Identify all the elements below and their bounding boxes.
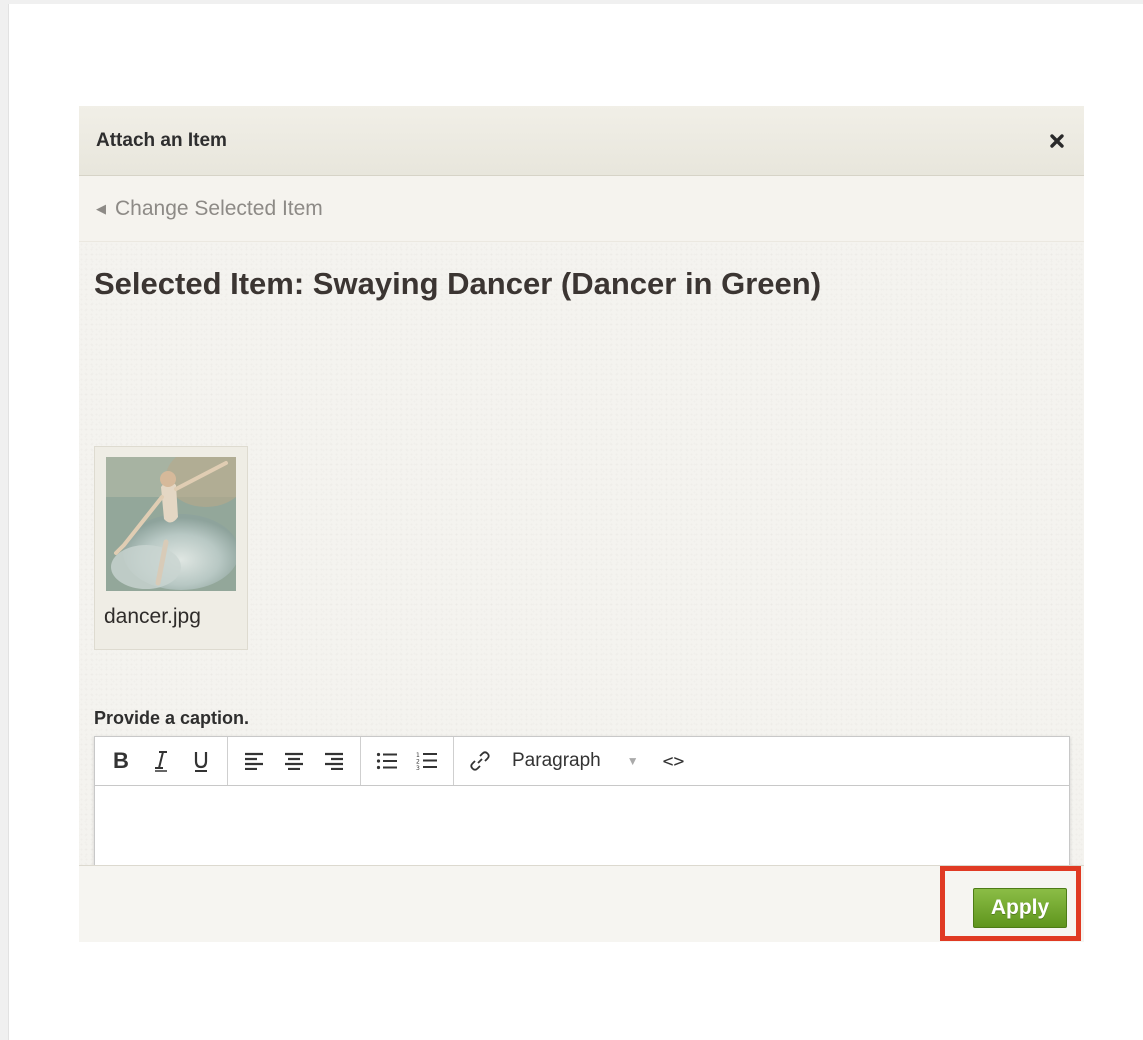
align-left-icon <box>245 752 263 770</box>
block-format-select[interactable]: Paragraph ▼ <box>500 744 649 778</box>
insert-group: Paragraph ▼ <> <box>454 737 690 785</box>
link-icon <box>470 751 490 771</box>
modal-body: Selected Item: Swaying Dancer (Dancer in… <box>79 242 1084 899</box>
align-center-button[interactable] <box>274 744 314 778</box>
align-left-button[interactable] <box>234 744 274 778</box>
modal-header: Attach an Item <box>79 106 1084 176</box>
bullet-list-icon <box>376 752 397 770</box>
chevron-down-icon: ▼ <box>626 754 639 768</box>
close-button[interactable] <box>1046 130 1068 152</box>
numbered-list-icon: 1 2 3 <box>416 752 437 771</box>
align-right-icon <box>325 752 343 770</box>
editor-toolbar: B 1 2 3 Paragraph ▼ <> <box>95 737 1069 786</box>
text-style-group: B <box>95 737 228 785</box>
selected-item-file-name: dancer.jpg <box>104 605 201 628</box>
underline-icon <box>194 752 208 772</box>
source-code-button[interactable]: <> <box>663 751 685 772</box>
block-format-value: Paragraph <box>512 750 601 771</box>
align-center-icon <box>285 752 303 770</box>
modal-title: Attach an Item <box>96 129 227 151</box>
modal-footer: Apply <box>79 865 1084 942</box>
italic-icon <box>155 751 167 772</box>
triangle-left-icon: ◀ <box>96 200 106 216</box>
bullet-list-button[interactable] <box>367 744 407 778</box>
link-button[interactable] <box>460 744 500 778</box>
bold-button[interactable]: B <box>101 744 141 778</box>
apply-button[interactable]: Apply <box>973 888 1067 928</box>
attach-item-modal: Attach an Item ◀ Change Selected Item Se… <box>79 106 1084 942</box>
change-selected-item-label: Change Selected Item <box>115 196 323 220</box>
underline-button[interactable] <box>181 744 221 778</box>
svg-text:3: 3 <box>416 765 420 771</box>
numbered-list-button[interactable]: 1 2 3 <box>407 744 447 778</box>
selected-item-thumbnail-card[interactable]: dancer.jpg <box>94 446 248 650</box>
dancer-thumbnail-image <box>106 457 236 591</box>
selected-item-title: Selected Item: Swaying Dancer (Dancer in… <box>94 266 822 301</box>
caption-label: Provide a caption. <box>94 708 250 728</box>
alignment-group <box>228 737 361 785</box>
list-group: 1 2 3 <box>361 737 454 785</box>
change-selected-item-link[interactable]: ◀ Change Selected Item <box>79 176 1084 242</box>
italic-button[interactable] <box>141 744 181 778</box>
close-icon <box>1050 133 1064 148</box>
align-right-button[interactable] <box>314 744 354 778</box>
